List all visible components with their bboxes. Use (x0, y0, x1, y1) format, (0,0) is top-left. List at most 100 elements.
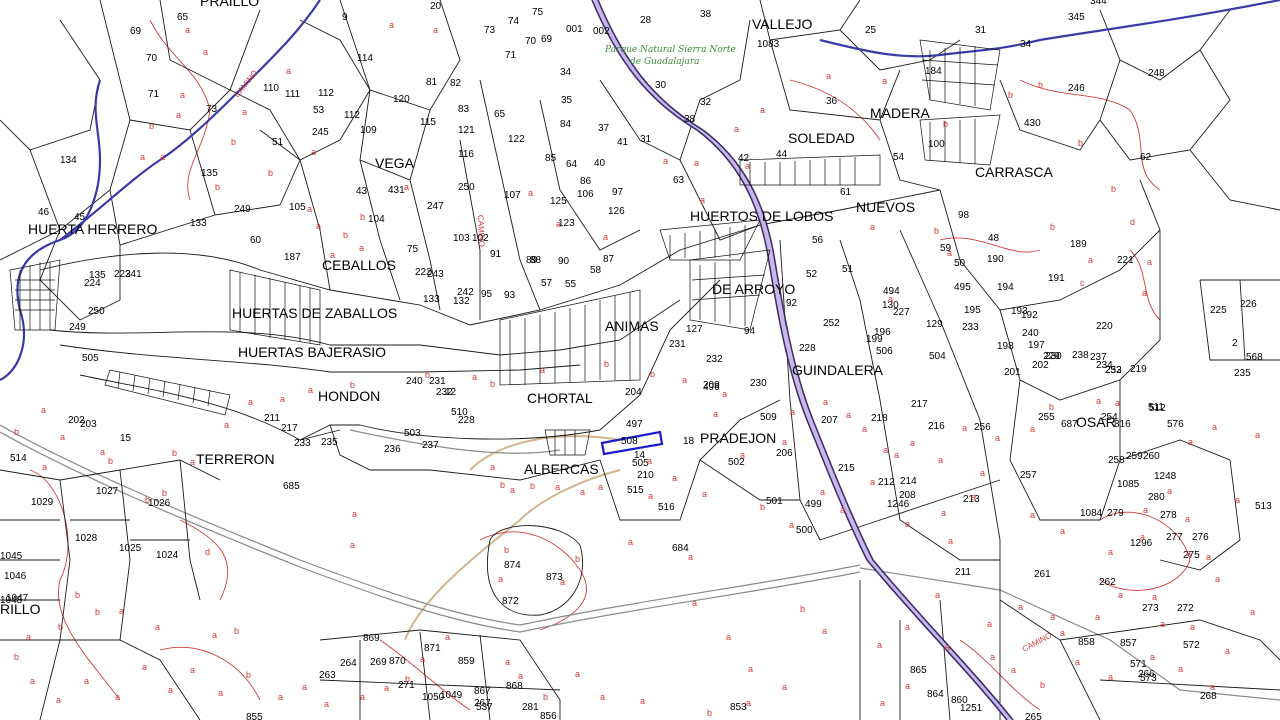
parcel-number[interactable]: 509 (760, 412, 777, 423)
parcel-number[interactable]: 240 (1022, 328, 1039, 339)
cadastral-map[interactable]: Parque Natural Sierra Norte de Guadalaja… (0, 0, 1280, 720)
parcel-number[interactable]: 500 (796, 525, 813, 536)
parcel-number[interactable]: 46 (38, 207, 50, 218)
parcel-number[interactable]: 1085 (1117, 479, 1140, 490)
parcel-number[interactable]: 1024 (156, 550, 179, 561)
parcel-number[interactable]: 278 (1160, 510, 1177, 521)
parcel-number[interactable]: 184 (925, 66, 942, 77)
parcel-number[interactable]: 70 (146, 53, 158, 64)
parcel-number[interactable]: 102 (472, 233, 489, 244)
parcel-number[interactable]: 219 (1130, 364, 1147, 375)
parcel-number[interactable]: 232 (706, 354, 723, 365)
parcel-number[interactable]: 91 (490, 249, 502, 260)
parcel-number[interactable]: 65 (494, 109, 506, 120)
parcel-number[interactable]: 125 (550, 196, 567, 207)
parcel-number[interactable]: 214 (900, 476, 917, 487)
parcel-number[interactable]: 865 (910, 665, 927, 676)
parcel-number[interactable]: 34 (560, 67, 572, 78)
parcel-number[interactable]: 211 (264, 413, 280, 424)
parcel-number[interactable]: 55 (565, 279, 577, 290)
parcel-number[interactable]: 132 (453, 296, 470, 307)
parcel-number[interactable]: 216 (928, 421, 945, 432)
parcel-number[interactable]: 127 (686, 324, 703, 335)
parcel-number[interactable]: 512 (1149, 403, 1166, 414)
parcel-number[interactable]: 63 (673, 175, 685, 186)
parcel-number[interactable]: 252 (823, 318, 840, 329)
parcel-number[interactable]: 253 (1105, 365, 1122, 376)
parcel-number[interactable]: 133 (190, 218, 207, 229)
parcel-number[interactable]: 34 (1020, 39, 1032, 50)
parcel-number[interactable]: 001 (566, 24, 583, 35)
parcel-number[interactable]: 122 (508, 134, 525, 145)
parcel-number[interactable]: 1251 (960, 703, 983, 714)
parcel-number[interactable]: 56 (812, 235, 824, 246)
parcel-number[interactable]: 506 (876, 346, 893, 357)
parcel-number[interactable]: 44 (776, 149, 788, 160)
parcel-number[interactable]: 272 (1177, 603, 1194, 614)
parcel-number[interactable]: 238 (1072, 350, 1089, 361)
parcel-number[interactable]: 45 (74, 212, 86, 223)
parcel-number[interactable]: 237 (422, 440, 439, 451)
parcel-number[interactable]: 110 (263, 83, 279, 94)
parcel-number[interactable]: 61 (840, 187, 852, 198)
parcel-number[interactable]: 687 (1061, 419, 1078, 430)
parcel-number[interactable]: 868 (506, 681, 523, 692)
parcel-number[interactable]: 1048 (0, 595, 23, 606)
parcel-number[interactable]: 64 (566, 159, 578, 170)
parcel-number[interactable]: 277 (1166, 532, 1183, 543)
parcel-number[interactable]: 344 (1090, 0, 1107, 7)
parcel-number[interactable]: 83 (458, 104, 470, 115)
parcel-number[interactable]: 237 (1090, 352, 1107, 363)
parcel-number[interactable]: 212 (878, 477, 895, 488)
parcel-number[interactable]: 1025 (119, 543, 142, 554)
parcel-number[interactable]: 40 (594, 158, 606, 169)
parcel-number[interactable]: 513 (1255, 501, 1272, 512)
parcel-number[interactable]: 51 (272, 137, 284, 148)
parcel-number[interactable]: 25 (865, 25, 877, 36)
parcel-number[interactable]: 97 (612, 187, 624, 198)
parcel-number[interactable]: 576 (1167, 419, 1184, 430)
parcel-number[interactable]: 508 (621, 436, 638, 447)
parcel-number[interactable]: 816 (1114, 419, 1131, 430)
parcel-number[interactable]: 345 (1068, 12, 1085, 23)
parcel-number[interactable]: 1027 (96, 486, 119, 497)
parcel-number[interactable]: 211 (955, 567, 971, 578)
parcel-number[interactable]: 864 (927, 689, 944, 700)
parcel-number[interactable]: 249 (234, 204, 251, 215)
parcel-number[interactable]: 120 (393, 94, 410, 105)
parcel-number[interactable]: 235 (1234, 368, 1251, 379)
parcel-number[interactable]: 106 (577, 189, 594, 200)
parcel-number[interactable]: 503 (404, 428, 421, 439)
parcel-number[interactable]: 70 (525, 36, 537, 47)
parcel-number[interactable]: 869 (363, 633, 380, 644)
parcel-number[interactable]: 112 (344, 110, 360, 121)
parcel-number[interactable]: 41 (617, 137, 629, 148)
parcel-number[interactable]: 194 (997, 282, 1014, 293)
parcel-number[interactable]: 215 (838, 463, 855, 474)
parcel-number[interactable]: 1046 (4, 571, 27, 582)
parcel-number[interactable]: 75 (407, 244, 419, 255)
parcel-number[interactable]: 206 (776, 448, 793, 459)
parcel-number[interactable]: 129 (926, 319, 943, 330)
parcel-number[interactable]: 265 (1025, 712, 1042, 720)
parcel-number[interactable]: 246 (1068, 83, 1085, 94)
parcel-number[interactable]: 18 (683, 436, 695, 447)
parcel-number[interactable]: 94 (744, 326, 756, 337)
parcel-number[interactable]: 217 (281, 423, 298, 434)
parcel-number[interactable]: 69 (541, 34, 553, 45)
parcel-number[interactable]: 31 (640, 134, 652, 145)
parcel-number[interactable]: 1026 (148, 498, 171, 509)
parcel-number[interactable]: 209 (703, 380, 720, 391)
parcel-number[interactable]: 505 (82, 353, 99, 364)
parcel-number[interactable]: 71 (505, 50, 517, 61)
parcel-number[interactable]: 1246 (887, 499, 910, 510)
parcel-number[interactable]: 28 (640, 15, 652, 26)
parcel-number[interactable]: 217 (911, 399, 928, 410)
parcel-number[interactable]: 228 (458, 415, 475, 426)
parcel-number[interactable]: 516 (658, 502, 675, 513)
parcel-number[interactable]: 225 (1210, 305, 1227, 316)
parcel-number[interactable]: 203 (80, 419, 97, 430)
parcel-number[interactable]: 82 (450, 78, 462, 89)
parcel-number[interactable]: 226 (1240, 299, 1257, 310)
parcel-number[interactable]: 58 (590, 265, 602, 276)
